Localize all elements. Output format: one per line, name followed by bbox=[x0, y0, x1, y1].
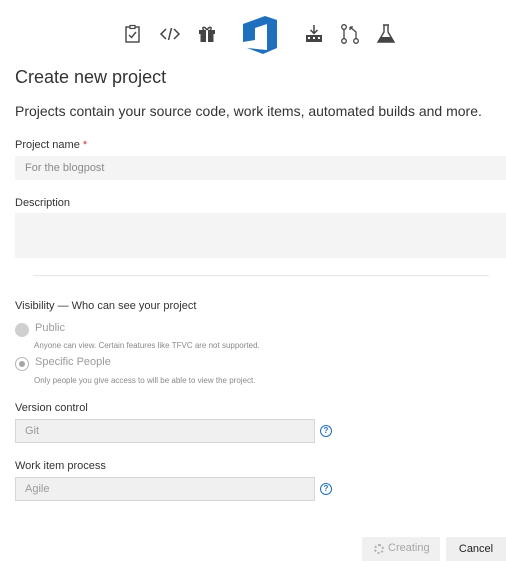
specific-people-radio-label: Specific People bbox=[35, 356, 111, 368]
specific-people-description: Only people you give access to will be a… bbox=[34, 376, 256, 385]
work-item-process-help-icon[interactable]: ? bbox=[320, 483, 332, 495]
repos-icon[interactable] bbox=[339, 23, 361, 45]
azure-devops-logo-icon[interactable] bbox=[239, 12, 283, 56]
creating-button-label: Creating bbox=[388, 542, 430, 554]
project-name-label-text: Project name bbox=[15, 139, 80, 151]
divider bbox=[33, 275, 489, 276]
project-name-label: Project name * bbox=[15, 139, 87, 151]
public-radio[interactable] bbox=[15, 323, 29, 337]
artifacts-icon[interactable] bbox=[196, 23, 218, 45]
description-label: Description bbox=[15, 197, 71, 209]
work-item-process-label: Work item process bbox=[15, 460, 106, 472]
code-icon[interactable] bbox=[159, 23, 181, 45]
public-description: Anyone can view. Certain features like T… bbox=[34, 341, 260, 350]
version-control-label: Version control bbox=[15, 402, 88, 414]
version-control-select[interactable]: Git bbox=[15, 419, 315, 443]
spinner-icon bbox=[374, 544, 384, 554]
required-marker: * bbox=[82, 139, 88, 151]
page-subtitle: Projects contain your source code, work … bbox=[15, 103, 482, 119]
public-radio-label: Public bbox=[35, 322, 65, 334]
specific-people-radio[interactable] bbox=[15, 357, 29, 371]
page-title: Create new project bbox=[15, 67, 167, 87]
pipelines-icon[interactable] bbox=[303, 23, 325, 45]
description-textarea[interactable] bbox=[15, 213, 506, 258]
version-control-help-icon[interactable]: ? bbox=[320, 425, 332, 437]
boards-icon[interactable] bbox=[122, 23, 144, 45]
work-item-process-select[interactable]: Agile bbox=[15, 477, 315, 501]
cancel-button[interactable]: Cancel bbox=[446, 537, 506, 561]
creating-button[interactable]: Creating bbox=[362, 537, 440, 561]
top-nav-icon-bar bbox=[0, 12, 506, 56]
visibility-label: Visibility — Who can see your project bbox=[15, 300, 197, 312]
test-plans-icon[interactable] bbox=[375, 23, 397, 45]
project-name-input[interactable] bbox=[15, 156, 506, 180]
